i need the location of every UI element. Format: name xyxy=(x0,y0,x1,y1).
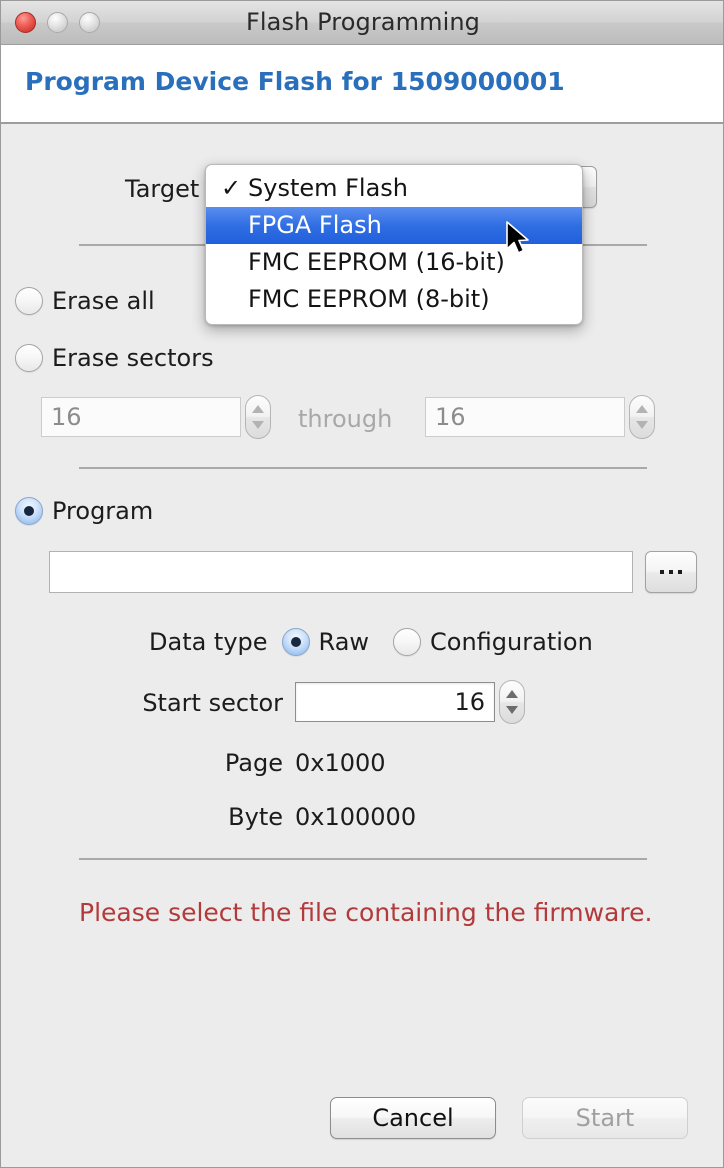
raw-label: Raw xyxy=(318,628,370,656)
header-band: Program Device Flash for 1509000001 xyxy=(1,45,723,124)
start-sector-stepper[interactable] xyxy=(499,680,525,724)
erase-sectors-radio-row[interactable]: Erase sectors xyxy=(15,344,214,372)
start-sector-label: Start sector xyxy=(142,689,283,717)
raw-radio[interactable] xyxy=(281,628,310,656)
title-bar: Flash Programming xyxy=(1,1,723,45)
menu-item-fmc-eeprom-8bit[interactable]: FMC EEPROM (8-bit) xyxy=(206,281,582,318)
configuration-radio[interactable] xyxy=(393,628,422,656)
data-type-option-configuration[interactable]: Configuration xyxy=(393,628,593,656)
menu-item-label: FMC EEPROM (8-bit) xyxy=(248,285,490,313)
status-message: Please select the file containing the fi… xyxy=(79,898,653,927)
erase-all-radio[interactable] xyxy=(15,287,43,315)
menu-item-label: FPGA Flash xyxy=(248,211,382,239)
target-dropdown-menu[interactable]: ✓ System Flash FPGA Flash FMC EEPROM (16… xyxy=(205,164,583,325)
stepper-up-icon[interactable] xyxy=(506,690,518,698)
stepper-up-icon[interactable] xyxy=(252,405,264,413)
through-label: through xyxy=(298,405,393,433)
erase-sectors-label: Erase sectors xyxy=(52,344,214,372)
divider-bottom xyxy=(79,858,647,860)
erase-sectors-radio[interactable] xyxy=(15,344,43,372)
byte-label: Byte xyxy=(228,803,283,831)
program-radio[interactable] xyxy=(15,497,43,525)
flash-programming-window: Flash Programming Program Device Flash f… xyxy=(0,0,724,1168)
firmware-file-input[interactable] xyxy=(49,551,633,593)
data-type-option-raw[interactable]: Raw xyxy=(281,628,370,656)
menu-item-label: System Flash xyxy=(248,174,409,202)
menu-item-fmc-eeprom-16bit[interactable]: FMC EEPROM (16-bit) xyxy=(206,244,582,281)
menu-item-system-flash[interactable]: ✓ System Flash xyxy=(206,170,582,207)
stepper-down-icon[interactable] xyxy=(506,706,518,714)
start-button: Start xyxy=(522,1097,688,1139)
program-radio-row[interactable]: Program xyxy=(15,497,153,525)
divider-middle xyxy=(79,467,647,469)
byte-value: 0x100000 xyxy=(295,803,417,831)
stepper-down-icon[interactable] xyxy=(636,421,648,429)
sector-to-input[interactable]: 16 xyxy=(425,397,625,437)
menu-item-label: FMC EEPROM (16-bit) xyxy=(248,248,505,276)
page-title-prefix: Program Device Flash for xyxy=(25,67,391,96)
stepper-up-icon[interactable] xyxy=(636,405,648,413)
stepper-down-icon[interactable] xyxy=(252,421,264,429)
window-title: Flash Programming xyxy=(246,8,480,36)
device-id: 1509000001 xyxy=(390,67,565,96)
erase-all-label: Erase all xyxy=(52,287,155,315)
cancel-button[interactable]: Cancel xyxy=(330,1097,496,1139)
data-type-label: Data type xyxy=(149,628,268,656)
data-type-row: Data type Raw Configuration xyxy=(149,628,617,656)
start-sector-input[interactable]: 16 xyxy=(295,682,495,722)
erase-all-radio-row[interactable]: Erase all xyxy=(15,287,155,315)
sector-to-stepper[interactable] xyxy=(629,395,655,439)
target-label: Target xyxy=(125,175,200,203)
page-label: Page xyxy=(224,749,283,777)
sector-from-input[interactable]: 16 xyxy=(41,397,241,437)
configuration-label: Configuration xyxy=(430,628,593,656)
program-label: Program xyxy=(52,497,154,525)
sector-from-stepper[interactable] xyxy=(245,395,271,439)
menu-item-fpga-flash[interactable]: FPGA Flash xyxy=(206,207,582,244)
page-value: 0x1000 xyxy=(295,749,386,777)
ellipsis-icon xyxy=(660,570,682,574)
browse-file-button[interactable] xyxy=(645,551,697,593)
checkmark-icon: ✓ xyxy=(220,174,242,202)
page-title: Program Device Flash for 1509000001 xyxy=(25,67,565,96)
